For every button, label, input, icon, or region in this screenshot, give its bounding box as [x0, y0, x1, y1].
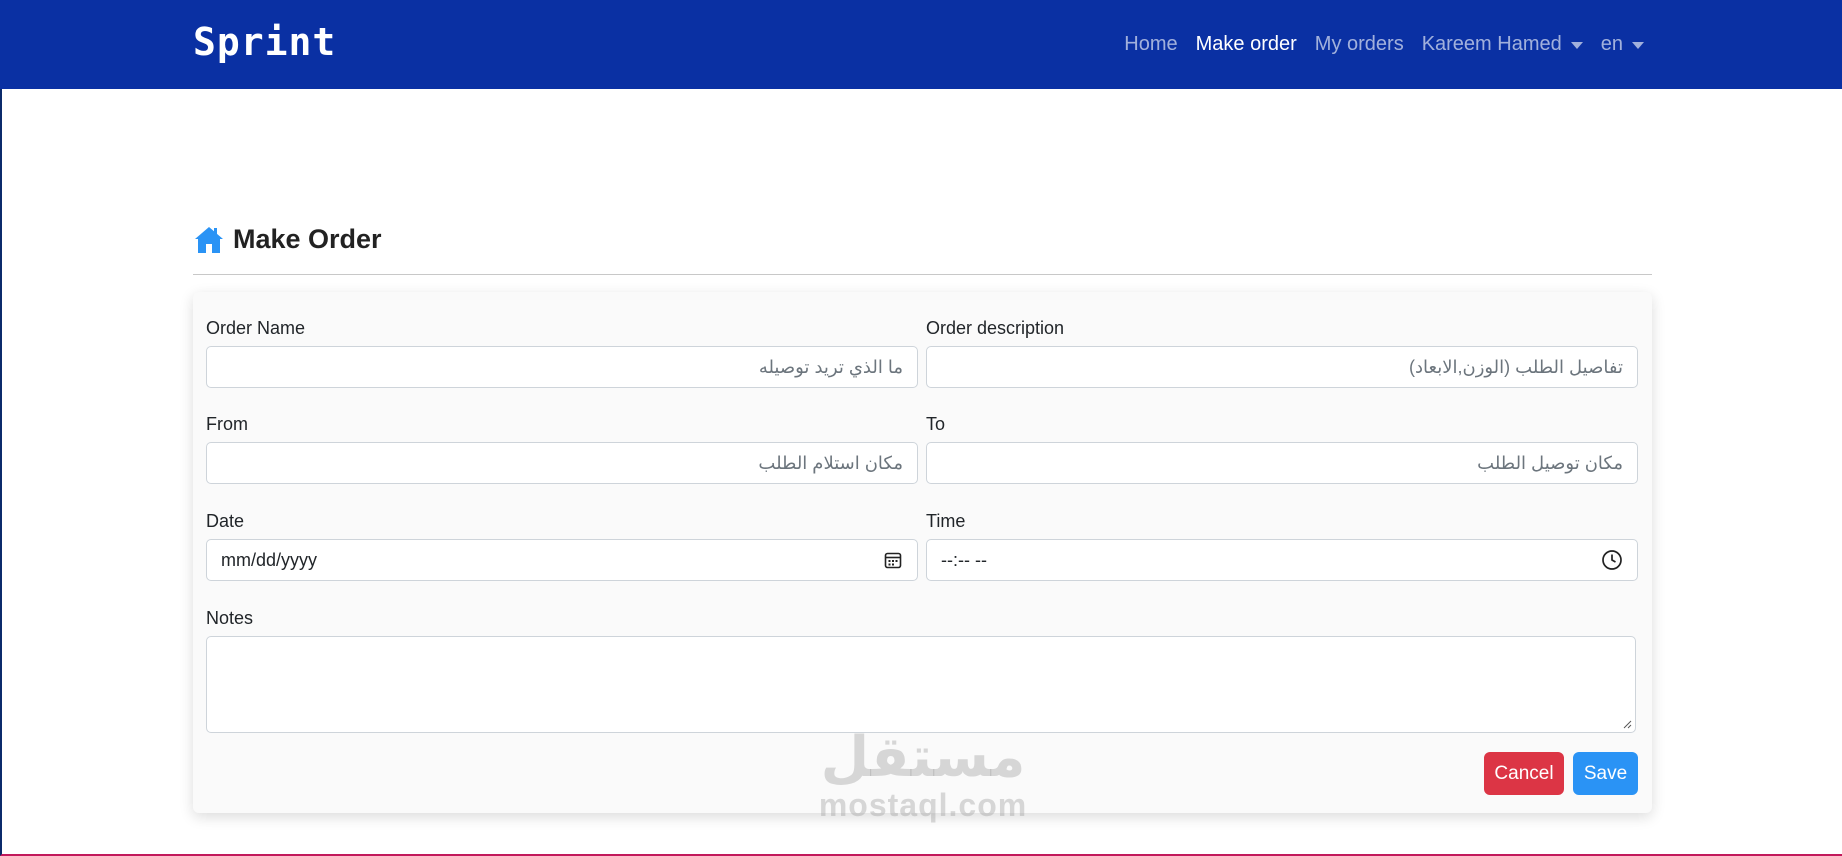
watermark-latin: mostaql.com [818, 787, 1028, 823]
caret-down-icon [1632, 42, 1644, 49]
to-label: To [926, 414, 946, 434]
from-input[interactable]: مكان استلام الطلب [206, 442, 918, 484]
from-placeholder: مكان استلام الطلب [758, 452, 903, 473]
save-button[interactable]: Save [1573, 752, 1638, 795]
date-label: Date [206, 511, 245, 531]
to-input[interactable]: مكان توصيل الطلب [926, 442, 1638, 484]
to-group: To مكان توصيل الطلب [926, 412, 1638, 484]
nav-link-make-order[interactable]: Make order [1196, 33, 1297, 56]
calendar-icon[interactable] [883, 550, 903, 570]
order-name-placeholder: ما الذي تريد توصيله [758, 356, 903, 377]
language-dropdown[interactable]: en [1601, 33, 1644, 56]
home-icon [195, 226, 223, 253]
order-name-group: Order Name ما الذي تريد توصيله [206, 316, 918, 388]
order-name-label: Order Name [206, 318, 306, 338]
page-title: Make Order [233, 224, 382, 254]
date-input[interactable]: mm/dd/yyyy [206, 539, 918, 581]
from-label: From [206, 414, 248, 434]
order-description-placeholder: تفاصيل الطلب (الوزن,الابعاد) [1409, 356, 1623, 377]
navbar: Sprint Home Make order My orders Kareem … [0, 0, 1842, 89]
user-menu-label: Kareem Hamed [1421, 33, 1562, 55]
order-description-group: Order description تفاصيل الطلب (الوزن,ال… [926, 316, 1638, 388]
from-group: From مكان استلام الطلب [206, 412, 918, 484]
order-name-input[interactable]: ما الذي تريد توصيله [206, 346, 918, 388]
brand-logo[interactable]: Sprint [193, 20, 336, 64]
order-description-label: Order description [926, 318, 1065, 338]
time-input[interactable]: --:-- -- [926, 539, 1638, 581]
nav-links: Home Make order My orders Kareem Hamed e… [1124, 0, 1644, 89]
notes-label: Notes [206, 608, 254, 628]
to-placeholder: مكان توصيل الطلب [1477, 452, 1623, 473]
date-group: Date mm/dd/yyyy [206, 509, 918, 581]
nav-link-home[interactable]: Home [1124, 33, 1177, 56]
page-header: Make Order [193, 224, 382, 255]
time-value: --:-- -- [941, 549, 987, 570]
language-label: en [1600, 33, 1623, 55]
date-value: mm/dd/yyyy [221, 549, 318, 570]
resize-grip-icon[interactable] [1622, 719, 1632, 729]
notes-group: Notes [206, 606, 1636, 733]
time-label: Time [926, 511, 966, 531]
watermark-arabic: مستقل [820, 725, 1026, 790]
caret-down-icon [1570, 42, 1583, 49]
order-description-input[interactable]: تفاصيل الطلب (الوزن,الابعاد) [926, 346, 1638, 388]
nav-link-my-orders[interactable]: My orders [1315, 33, 1404, 56]
watermark: مستقل mostaql.com [808, 725, 1038, 823]
user-menu-dropdown[interactable]: Kareem Hamed [1422, 33, 1583, 56]
time-group: Time --:-- -- [926, 509, 1638, 581]
title-divider [193, 274, 1652, 275]
cancel-button[interactable]: Cancel [1484, 752, 1564, 795]
notes-textarea[interactable] [206, 636, 1636, 733]
clock-icon[interactable] [1601, 549, 1623, 571]
